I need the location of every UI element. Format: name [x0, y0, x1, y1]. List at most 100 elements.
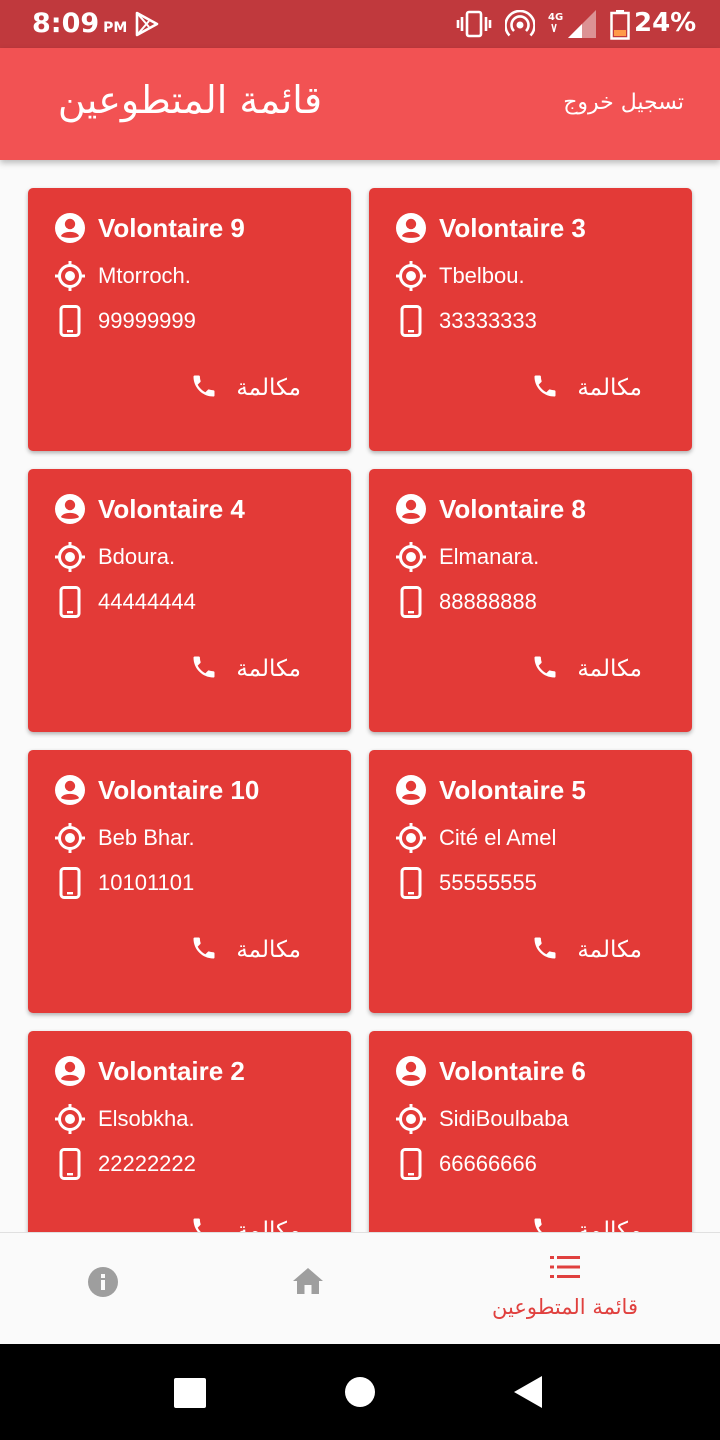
signal-icon: 4G — [548, 10, 596, 38]
home-icon — [293, 1268, 323, 1294]
smartphone-icon — [395, 1148, 427, 1180]
volunteer-location-row: Elmanara. — [395, 541, 539, 573]
volunteer-phone-row: 66666666 — [395, 1148, 537, 1180]
location-target-icon — [395, 541, 427, 573]
volunteer-phone-row: 99999999 — [54, 305, 196, 337]
nav-volunteer-list[interactable]: قائمة المتطوعين — [460, 1233, 670, 1345]
volunteer-location-row: SidiBoulbaba — [395, 1103, 569, 1135]
volunteer-name: Volontaire 9 — [98, 212, 245, 243]
volunteer-name-row: Volontaire 2 — [54, 1055, 245, 1087]
battery-percentage: 24% — [634, 8, 697, 38]
volunteer-card[interactable]: Volontaire 6 SidiBoulbaba 66666666 مكالم… — [369, 1031, 692, 1232]
call-button[interactable]: مكالمة — [531, 934, 642, 966]
home-button[interactable] — [345, 1377, 375, 1407]
nav-info[interactable] — [60, 1233, 146, 1345]
location-target-icon — [395, 1103, 427, 1135]
account-icon — [395, 493, 427, 525]
phone-icon — [190, 372, 218, 404]
volunteer-card[interactable]: Volontaire 3 Tbelbou. 33333333 مكالمة — [369, 188, 692, 451]
volunteer-phone-row: 88888888 — [395, 586, 537, 618]
smartphone-icon — [54, 867, 86, 899]
account-icon — [395, 774, 427, 806]
location-target-icon — [54, 541, 86, 573]
volunteer-card[interactable]: Volontaire 5 Cité el Amel 55555555 مكالم… — [369, 750, 692, 1013]
vibrate-icon — [456, 10, 492, 38]
info-icon — [88, 1267, 118, 1297]
smartphone-icon — [54, 305, 86, 337]
account-icon — [54, 1055, 86, 1087]
hotspot-icon — [505, 10, 535, 37]
account-icon — [54, 212, 86, 244]
volunteer-card[interactable]: Volontaire 8 Elmanara. 88888888 مكالمة — [369, 469, 692, 732]
smartphone-icon — [395, 305, 427, 337]
battery-icon — [610, 10, 630, 40]
volunteer-phone: 55555555 — [439, 870, 537, 895]
volunteer-name: Volontaire 3 — [439, 212, 586, 243]
volunteer-card[interactable]: Volontaire 9 Mtorroch. 99999999 مكالمة — [28, 188, 351, 451]
location-target-icon — [395, 822, 427, 854]
call-button[interactable]: مكالمة — [531, 653, 642, 685]
volunteer-card[interactable]: Volontaire 2 Elsobkha. 22222222 مكالمة — [28, 1031, 351, 1232]
logout-button[interactable]: تسجيل خروج — [563, 90, 684, 115]
volunteer-location: Mtorroch. — [98, 263, 191, 288]
volunteer-location: Elsobkha. — [98, 1106, 195, 1131]
account-icon — [395, 1055, 427, 1087]
volunteer-name-row: Volontaire 4 — [54, 493, 245, 525]
volunteer-phone-row: 33333333 — [395, 305, 537, 337]
volunteer-name-row: Volontaire 6 — [395, 1055, 586, 1087]
nav-volunteer-list-label: قائمة المتطوعين — [492, 1295, 638, 1319]
back-button[interactable] — [512, 1375, 544, 1409]
volunteer-phone-row: 22222222 — [54, 1148, 196, 1180]
volunteer-location-row: Mtorroch. — [54, 260, 191, 292]
volunteer-location-row: Tbelbou. — [395, 260, 525, 292]
volunteer-phone: 66666666 — [439, 1151, 537, 1176]
recents-button[interactable] — [174, 1378, 206, 1408]
volunteer-card[interactable]: Volontaire 10 Beb Bhar. 10101101 مكالمة — [28, 750, 351, 1013]
smartphone-icon — [54, 586, 86, 618]
call-button[interactable]: مكالمة — [531, 1215, 642, 1232]
status-time: 8:09 PM — [32, 8, 127, 39]
phone-icon — [190, 1215, 218, 1232]
volunteer-name-row: Volontaire 8 — [395, 493, 586, 525]
volunteer-phone: 88888888 — [439, 589, 537, 614]
volunteer-name-row: Volontaire 10 — [54, 774, 259, 806]
call-label: مكالمة — [236, 1218, 301, 1232]
volunteer-grid: Volontaire 9 Mtorroch. 99999999 مكالمة V… — [28, 188, 692, 1232]
call-button[interactable]: مكالمة — [190, 372, 301, 404]
volunteer-name: Volontaire 2 — [98, 1055, 245, 1086]
call-label: مكالمة — [236, 375, 301, 401]
volunteer-phone: 99999999 — [98, 308, 196, 333]
call-button[interactable]: مكالمة — [190, 1215, 301, 1232]
list-icon — [550, 1256, 580, 1278]
volunteer-location: Elmanara. — [439, 544, 540, 569]
call-button[interactable]: مكالمة — [531, 372, 642, 404]
volunteer-location: SidiBoulbaba — [439, 1106, 569, 1131]
call-label: مكالمة — [577, 937, 642, 963]
location-target-icon — [54, 822, 86, 854]
phone-icon — [531, 653, 559, 685]
volunteer-list[interactable]: Volontaire 9 Mtorroch. 99999999 مكالمة V… — [0, 160, 720, 1232]
smartphone-icon — [54, 1148, 86, 1180]
volunteer-name: Volontaire 6 — [439, 1055, 586, 1086]
volunteer-card[interactable]: Volontaire 4 Bdoura. 44444444 مكالمة — [28, 469, 351, 732]
volunteer-name: Volontaire 10 — [98, 774, 260, 805]
volunteer-phone: 10101101 — [98, 870, 195, 895]
volunteer-name: Volontaire 5 — [439, 774, 586, 805]
volunteer-location-row: Beb Bhar. — [54, 822, 195, 854]
smartphone-icon — [395, 586, 427, 618]
call-label: مكالمة — [236, 656, 301, 682]
system-navigation-bar — [0, 1344, 720, 1440]
call-button[interactable]: مكالمة — [190, 653, 301, 685]
call-label: مكالمة — [577, 1218, 642, 1232]
call-button[interactable]: مكالمة — [190, 934, 301, 966]
volunteer-phone-row: 10101101 — [54, 867, 194, 899]
phone-icon — [531, 934, 559, 966]
volunteer-location: Cité el Amel — [439, 825, 557, 850]
play-store-icon — [135, 11, 159, 37]
call-label: مكالمة — [236, 937, 301, 963]
account-icon — [54, 774, 86, 806]
nav-home[interactable] — [266, 1233, 352, 1345]
volunteer-name-row: Volontaire 5 — [395, 774, 586, 806]
phone-icon — [190, 934, 218, 966]
volunteer-location-row: Bdoura. — [54, 541, 175, 573]
